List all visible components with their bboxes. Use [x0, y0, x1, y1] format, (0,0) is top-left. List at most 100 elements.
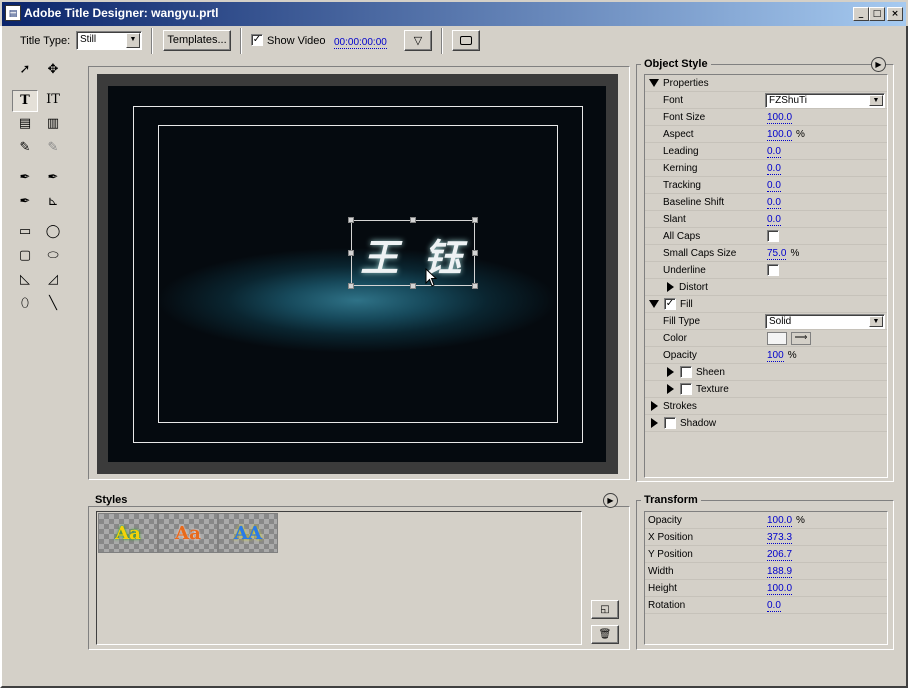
y-position-row: Y Position 206.7 — [645, 546, 887, 563]
style-swatch[interactable]: Aa — [158, 513, 218, 553]
style-swatch[interactable]: AA — [218, 513, 278, 553]
styles-title: Styles — [92, 494, 131, 506]
drawing-canvas[interactable]: 王 钰 — [108, 86, 606, 462]
maximize-button[interactable]: □ — [869, 7, 885, 21]
selection-handle[interactable] — [410, 283, 416, 289]
vertical-path-type-tool-icon[interactable]: ✎ — [40, 138, 66, 160]
kerning-row: Kerning 0.0 — [645, 160, 887, 177]
slant-value[interactable]: 0.0 — [767, 214, 781, 226]
shadow-checkbox[interactable] — [664, 417, 676, 429]
templates-button[interactable]: Templates... — [163, 30, 231, 51]
sheen-group[interactable]: Sheen — [645, 364, 887, 381]
opacity-value[interactable]: 100 — [767, 350, 784, 362]
y-position-value[interactable]: 206.7 — [767, 549, 793, 561]
expand-triangle-icon[interactable] — [667, 282, 674, 293]
all-caps-checkbox[interactable] — [767, 230, 779, 242]
styles-menu-button[interactable]: ▶ — [603, 493, 618, 508]
transform-opacity-value[interactable]: 100.0 — [767, 515, 793, 527]
baseline-shift-row: Baseline Shift 0.0 — [645, 194, 887, 211]
fill-group[interactable]: ✓ Fill — [645, 296, 887, 313]
wedge-tool-icon[interactable]: ◺ — [12, 270, 38, 292]
minimize-button[interactable]: _ — [853, 7, 869, 21]
aspect-value[interactable]: 100.0 — [767, 129, 793, 141]
pen-tool-icon[interactable]: ✒ — [12, 168, 38, 190]
underline-checkbox[interactable] — [767, 264, 779, 276]
chevron-down-icon: ▼ — [126, 33, 140, 48]
vertical-area-type-tool-icon[interactable]: ▥ — [40, 114, 66, 136]
baseline-shift-value[interactable]: 0.0 — [767, 197, 781, 209]
line-tool-icon[interactable]: ╲ — [40, 294, 66, 316]
strokes-group[interactable]: Strokes — [645, 398, 887, 415]
ellipse-tool-icon[interactable]: ⬯ — [12, 294, 38, 316]
color-row: Color ⟹ — [645, 330, 887, 347]
selection-handle[interactable] — [472, 250, 478, 256]
rotation-row: Rotation 0.0 — [645, 597, 887, 614]
expand-triangle-icon[interactable] — [649, 300, 659, 309]
path-type-tool-icon[interactable]: ✎ — [12, 138, 38, 160]
delete-style-button[interactable]: 🗑 — [591, 625, 619, 644]
expand-triangle-icon[interactable] — [651, 401, 658, 412]
width-row: Width 188.9 — [645, 563, 887, 580]
rounded-rectangle-tool-icon[interactable]: ⬭ — [40, 246, 66, 268]
close-button[interactable]: × — [887, 7, 903, 21]
object-style-menu-button[interactable]: ▶ — [871, 57, 886, 72]
style-swatch[interactable]: Aa — [98, 513, 158, 553]
clipped-corner-rectangle-tool-icon[interactable]: ◯ — [40, 222, 66, 244]
area-type-tool-icon[interactable]: ▤ — [12, 114, 38, 136]
expand-triangle-icon[interactable] — [667, 384, 674, 395]
expand-triangle-icon[interactable] — [667, 367, 674, 378]
rotation-tool-icon[interactable]: ✥ — [40, 60, 66, 82]
vertical-type-tool-icon[interactable]: IT — [40, 90, 66, 112]
selection-tool-icon[interactable]: ➚ — [12, 60, 38, 82]
safe-area-button[interactable] — [452, 30, 480, 51]
distort-group[interactable]: Distort — [645, 279, 887, 296]
title-type-label: Title Type: — [20, 35, 71, 47]
expand-triangle-icon[interactable] — [651, 418, 658, 429]
selection-handle[interactable] — [472, 217, 478, 223]
tracking-value[interactable]: 0.0 — [767, 180, 781, 192]
title-bar[interactable]: ▤ Adobe Title Designer: wangyu.prtl _ □ … — [0, 0, 908, 26]
new-style-button[interactable]: ◱ — [591, 600, 619, 619]
selection-handle[interactable] — [472, 283, 478, 289]
set-video-time-button[interactable]: ▽ — [404, 30, 432, 51]
arc-tool-icon[interactable]: ◿ — [40, 270, 66, 292]
convert-anchor-point-tool-icon[interactable]: ⊾ — [40, 192, 66, 214]
add-anchor-point-tool-icon[interactable]: ✒ — [40, 168, 66, 190]
shadow-group[interactable]: Shadow — [645, 415, 887, 432]
font-size-label: Font Size — [663, 112, 706, 123]
leading-value[interactable]: 0.0 — [767, 146, 781, 158]
delete-anchor-point-tool-icon[interactable]: ✒ — [12, 192, 38, 214]
fill-type-select[interactable]: Solid ▼ — [765, 314, 885, 329]
type-tool-icon[interactable]: T — [12, 90, 38, 112]
title-text-object[interactable]: 王 钰 — [351, 220, 475, 286]
selection-handle[interactable] — [410, 217, 416, 223]
height-label: Height — [648, 583, 677, 594]
fill-checkbox[interactable]: ✓ — [664, 298, 676, 310]
eyedropper-icon[interactable]: ⟹ — [791, 332, 811, 345]
font-size-value[interactable]: 100.0 — [767, 112, 793, 124]
selection-handle[interactable] — [348, 283, 354, 289]
sheen-checkbox[interactable] — [680, 366, 692, 378]
rounded-corner-rectangle-tool-icon[interactable]: ▢ — [12, 246, 38, 268]
selection-handle[interactable] — [348, 250, 354, 256]
font-select[interactable]: FZShuTi ▼ — [765, 93, 885, 108]
texture-checkbox[interactable] — [680, 383, 692, 395]
properties-group[interactable]: Properties — [645, 75, 887, 92]
color-swatch[interactable] — [767, 332, 787, 345]
height-value[interactable]: 100.0 — [767, 583, 793, 595]
x-position-row: X Position 373.3 — [645, 529, 887, 546]
kerning-value[interactable]: 0.0 — [767, 163, 781, 175]
selection-handle[interactable] — [348, 217, 354, 223]
timecode-field[interactable]: 00:00:00:00 — [334, 37, 387, 49]
small-caps-size-value[interactable]: 75.0 — [767, 248, 787, 260]
rotation-value[interactable]: 0.0 — [767, 600, 781, 612]
x-position-value[interactable]: 373.3 — [767, 532, 793, 544]
texture-group[interactable]: Texture — [645, 381, 887, 398]
width-value[interactable]: 188.9 — [767, 566, 793, 578]
title-type-select[interactable]: Still ▼ — [76, 31, 142, 50]
transform-list: Opacity 100.0% X Position 373.3 Y Positi… — [644, 511, 888, 645]
expand-triangle-icon[interactable] — [649, 79, 659, 88]
show-video-checkbox[interactable]: ✓ — [251, 34, 263, 46]
aspect-row: Aspect 100.0% — [645, 126, 887, 143]
rectangle-tool-icon[interactable]: ▭ — [12, 222, 38, 244]
